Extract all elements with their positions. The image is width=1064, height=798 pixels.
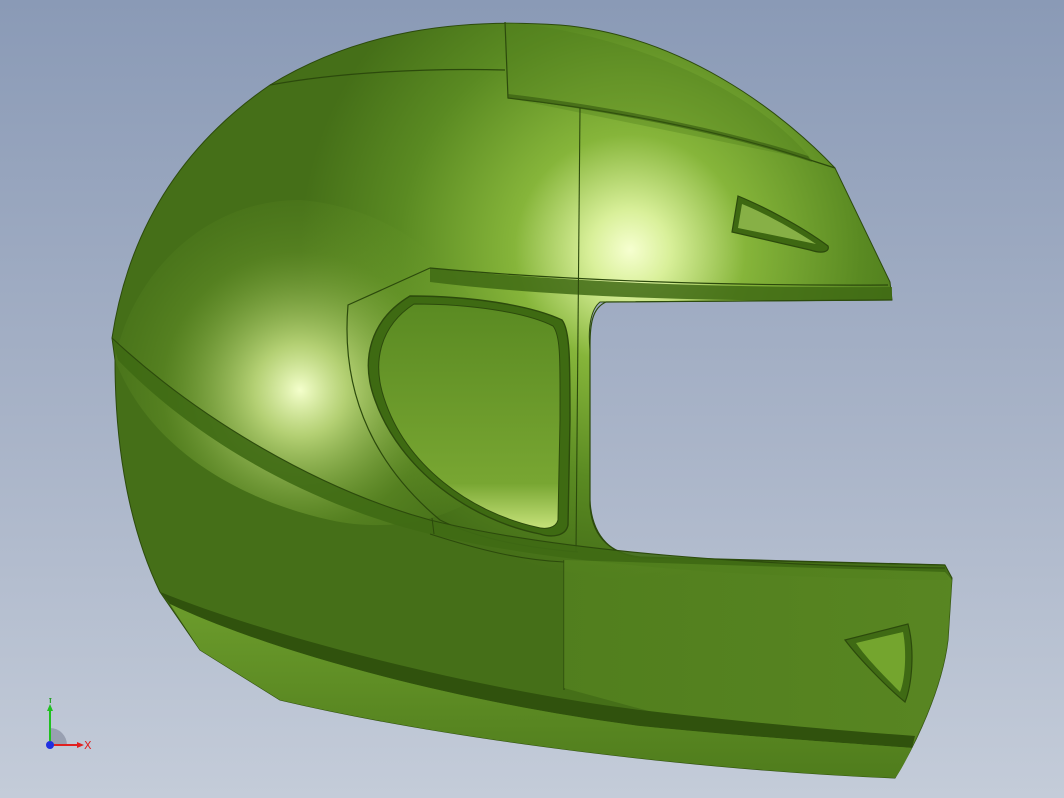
3d-viewport[interactable]: Y X (0, 0, 1064, 798)
axis-triad: Y X (38, 693, 98, 758)
face-opening (589, 299, 946, 566)
x-axis-arrow (77, 742, 84, 748)
helmet-model[interactable] (0, 0, 1064, 798)
axis-triad-svg: Y X (46, 693, 92, 752)
z-axis-dot (46, 741, 54, 749)
x-axis-label: X (84, 739, 92, 752)
y-axis-label: Y (46, 698, 54, 706)
